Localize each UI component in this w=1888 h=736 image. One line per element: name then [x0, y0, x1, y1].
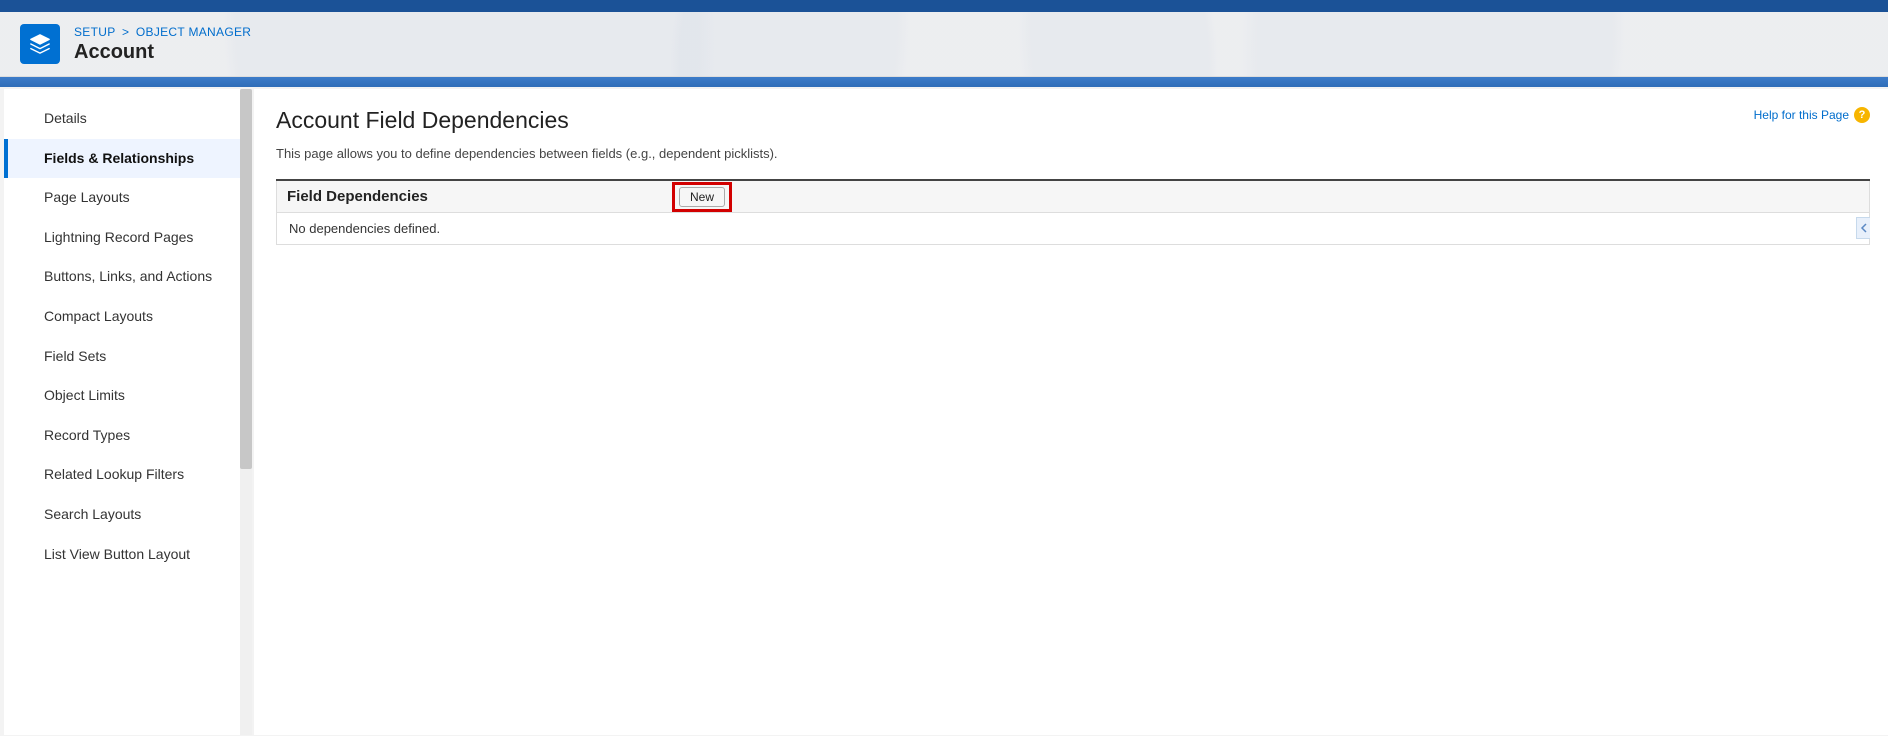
sidebar-nav: Details Fields & Relationships Page Layo…: [4, 89, 252, 584]
expand-tab[interactable]: [1856, 217, 1870, 239]
object-icon: [20, 24, 60, 64]
section-body: No dependencies defined.: [276, 213, 1870, 245]
sidebar-item-field-sets[interactable]: Field Sets: [4, 337, 252, 377]
page-title: Account Field Dependencies: [276, 107, 569, 134]
sidebar-item-buttons-links-actions[interactable]: Buttons, Links, and Actions: [4, 257, 252, 297]
sidebar-scrollbar-thumb[interactable]: [240, 89, 252, 469]
layers-icon: [29, 33, 51, 55]
breadcrumb-separator: >: [119, 25, 132, 39]
header-divider: [0, 77, 1888, 87]
sidebar-item-list-view-button-layout[interactable]: List View Button Layout: [4, 535, 252, 575]
setup-header: SETUP > OBJECT MANAGER Account: [0, 12, 1888, 77]
new-button-highlight: New: [672, 182, 732, 212]
sidebar-item-compact-layouts[interactable]: Compact Layouts: [4, 297, 252, 337]
sidebar-item-details[interactable]: Details: [4, 99, 252, 139]
help-link-text: Help for this Page: [1754, 108, 1849, 122]
page-description: This page allows you to define dependenc…: [276, 146, 1870, 161]
sidebar-item-lightning-record-pages[interactable]: Lightning Record Pages: [4, 218, 252, 258]
main-content: Account Field Dependencies Help for this…: [254, 89, 1888, 735]
sidebar-scrollbar-track[interactable]: [240, 89, 252, 735]
field-dependencies-section: Field Dependencies New No dependencies d…: [276, 179, 1870, 245]
section-title: Field Dependencies: [287, 188, 428, 205]
chevron-left-icon: [1860, 223, 1868, 233]
new-button[interactable]: New: [679, 187, 725, 207]
help-icon: ?: [1854, 107, 1870, 123]
breadcrumb-setup[interactable]: SETUP: [74, 25, 115, 39]
sidebar: Details Fields & Relationships Page Layo…: [4, 89, 252, 735]
sidebar-item-page-layouts[interactable]: Page Layouts: [4, 178, 252, 218]
sidebar-item-record-types[interactable]: Record Types: [4, 416, 252, 456]
sidebar-item-related-lookup-filters[interactable]: Related Lookup Filters: [4, 455, 252, 495]
sidebar-item-search-layouts[interactable]: Search Layouts: [4, 495, 252, 535]
breadcrumb: SETUP > OBJECT MANAGER: [74, 25, 251, 39]
window-top-bar: [0, 0, 1888, 12]
empty-message: No dependencies defined.: [289, 221, 440, 236]
object-title: Account: [74, 41, 251, 64]
breadcrumb-object-manager[interactable]: OBJECT MANAGER: [136, 25, 251, 39]
section-header: Field Dependencies New: [276, 181, 1870, 213]
sidebar-item-object-limits[interactable]: Object Limits: [4, 376, 252, 416]
help-link[interactable]: Help for this Page ?: [1754, 107, 1870, 123]
sidebar-item-fields-relationships[interactable]: Fields & Relationships: [4, 139, 252, 179]
